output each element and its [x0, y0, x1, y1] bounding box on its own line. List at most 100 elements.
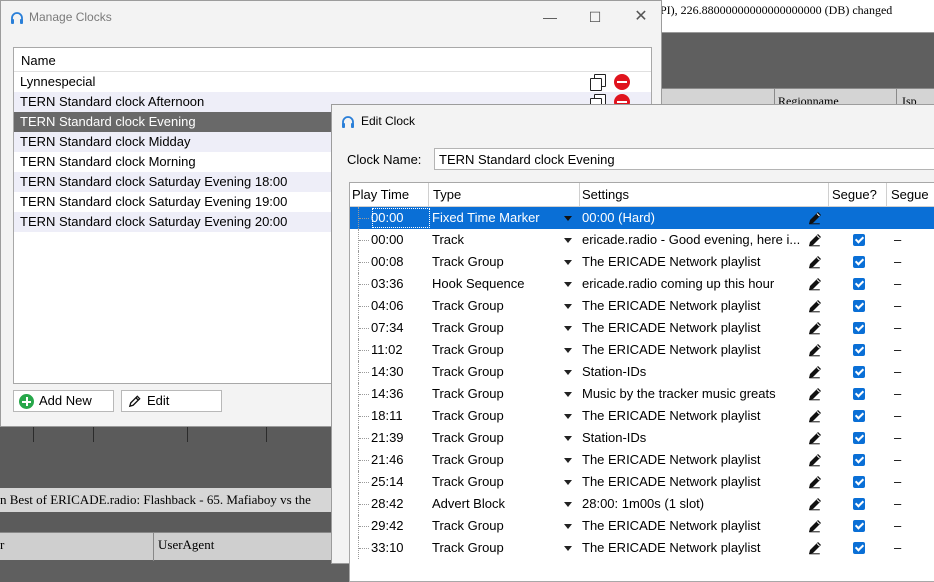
segue-checkbox[interactable] — [853, 278, 865, 290]
settings-cell[interactable]: Station-IDs — [582, 427, 808, 449]
play-time-cell[interactable]: 00:00 — [371, 229, 431, 251]
segue-cell[interactable]: – — [894, 383, 914, 405]
remove-icon[interactable] — [614, 74, 630, 90]
edit-settings-icon[interactable] — [807, 276, 823, 292]
segue-cell[interactable]: – — [894, 251, 914, 273]
type-cell[interactable]: Track Group — [432, 361, 562, 383]
play-time-cell[interactable]: 14:36 — [371, 383, 431, 405]
settings-cell[interactable]: The ERICADE Network playlist — [582, 251, 808, 273]
settings-cell[interactable]: The ERICADE Network playlist — [582, 405, 808, 427]
segue-cell[interactable]: – — [894, 339, 914, 361]
clock-item-row[interactable]: 33:10 Track Group The ERICADE Network play… — [350, 537, 934, 559]
play-time-cell[interactable]: 00:08 — [371, 251, 431, 273]
type-dropdown-icon[interactable] — [564, 502, 572, 507]
play-time-cell[interactable]: 21:39 — [371, 427, 431, 449]
background-col-r[interactable]: r — [0, 537, 4, 553]
type-dropdown-icon[interactable] — [564, 458, 572, 463]
settings-cell[interactable]: Music by the tracker music greats — [582, 383, 808, 405]
type-cell[interactable]: Track Group — [432, 449, 562, 471]
clock-item-row[interactable]: 00:08 Track Group The ERICADE Network play… — [350, 251, 934, 273]
type-dropdown-icon[interactable] — [564, 414, 572, 419]
edit-settings-icon[interactable] — [807, 518, 823, 534]
background-col-useragent[interactable]: UserAgent — [158, 537, 214, 553]
segue-checkbox[interactable] — [853, 498, 865, 510]
clock-item-row[interactable]: 28:42 Advert Block 28:00: 1m00s (1 slot) – — [350, 493, 934, 515]
type-dropdown-icon[interactable] — [564, 546, 572, 551]
type-dropdown-icon[interactable] — [564, 436, 572, 441]
type-cell[interactable]: Track Group — [432, 295, 562, 317]
add-new-button[interactable]: Add New — [13, 390, 114, 412]
segue-checkbox[interactable] — [853, 344, 865, 356]
type-dropdown-icon[interactable] — [564, 348, 572, 353]
segue-cell[interactable]: – — [894, 317, 914, 339]
segue-checkbox[interactable] — [853, 388, 865, 400]
segue-checkbox[interactable] — [853, 300, 865, 312]
edit-settings-icon[interactable] — [807, 320, 823, 336]
type-cell[interactable]: Track Group — [432, 515, 562, 537]
segue-cell[interactable]: – — [894, 361, 914, 383]
segue-checkbox[interactable] — [853, 366, 865, 378]
settings-cell[interactable]: ericade.radio - Good evening, here i... — [582, 229, 808, 251]
segue-cell[interactable]: – — [894, 515, 914, 537]
clock-item-row[interactable]: 14:30 Track Group Station-IDs – — [350, 361, 934, 383]
type-cell[interactable]: Track Group — [432, 537, 562, 559]
maximize-button[interactable]: ☐ — [581, 7, 609, 27]
settings-cell[interactable]: The ERICADE Network playlist — [582, 317, 808, 339]
type-dropdown-icon[interactable] — [564, 260, 572, 265]
column-segue[interactable]: Segue — [891, 187, 929, 202]
type-cell[interactable]: Track Group — [432, 427, 562, 449]
segue-checkbox[interactable] — [853, 234, 865, 246]
clock-item-row[interactable]: 04:06 Track Group The ERICADE Network play… — [350, 295, 934, 317]
segue-cell[interactable]: – — [894, 405, 914, 427]
play-time-cell[interactable]: 33:10 — [371, 537, 431, 559]
copy-icon[interactable] — [590, 74, 606, 91]
clock-item-row[interactable]: 21:39 Track Group Station-IDs – — [350, 427, 934, 449]
edit-settings-icon[interactable] — [807, 386, 823, 402]
clock-item-row[interactable]: 00:00 Fixed Time Marker 00:00 (Hard) — [350, 207, 934, 229]
play-time-cell[interactable]: 25:14 — [371, 471, 431, 493]
column-play-time[interactable]: Play Time — [352, 187, 409, 202]
play-time-cell[interactable]: 04:06 — [371, 295, 431, 317]
edit-settings-icon[interactable] — [807, 408, 823, 424]
settings-cell[interactable]: 28:00: 1m00s (1 slot) — [582, 493, 808, 515]
edit-settings-icon[interactable] — [807, 298, 823, 314]
edit-settings-icon[interactable] — [807, 496, 823, 512]
column-settings[interactable]: Settings — [582, 187, 629, 202]
settings-cell[interactable]: Station-IDs — [582, 361, 808, 383]
type-dropdown-icon[interactable] — [564, 304, 572, 309]
segue-cell[interactable]: – — [894, 295, 914, 317]
play-time-cell[interactable]: 18:11 — [371, 405, 431, 427]
segue-checkbox[interactable] — [853, 520, 865, 532]
segue-cell[interactable]: – — [894, 493, 914, 515]
settings-cell[interactable]: ericade.radio coming up this hour — [582, 273, 808, 295]
type-dropdown-icon[interactable] — [564, 480, 572, 485]
column-type[interactable]: Type — [433, 187, 461, 202]
segue-cell[interactable]: – — [894, 537, 914, 559]
edit-settings-icon[interactable] — [807, 210, 823, 226]
segue-cell[interactable]: – — [894, 427, 914, 449]
type-cell[interactable]: Track Group — [432, 339, 562, 361]
column-header-name[interactable]: Name — [14, 48, 651, 72]
type-cell[interactable]: Track Group — [432, 251, 562, 273]
column-segue-check[interactable]: Segue? — [832, 187, 877, 202]
settings-cell[interactable]: The ERICADE Network playlist — [582, 449, 808, 471]
play-time-cell[interactable]: 14:30 — [371, 361, 431, 383]
type-cell[interactable]: Track Group — [432, 471, 562, 493]
segue-checkbox[interactable] — [853, 432, 865, 444]
edit-settings-icon[interactable] — [807, 342, 823, 358]
settings-cell[interactable]: The ERICADE Network playlist — [582, 515, 808, 537]
settings-cell[interactable]: The ERICADE Network playlist — [582, 471, 808, 493]
edit-settings-icon[interactable] — [807, 474, 823, 490]
segue-checkbox[interactable] — [853, 410, 865, 422]
type-cell[interactable]: Track — [432, 229, 562, 251]
edit-settings-icon[interactable] — [807, 540, 823, 556]
type-dropdown-icon[interactable] — [564, 326, 572, 331]
segue-cell[interactable]: – — [894, 273, 914, 295]
segue-checkbox[interactable] — [853, 256, 865, 268]
edit-settings-icon[interactable] — [807, 364, 823, 380]
type-cell[interactable]: Track Group — [432, 383, 562, 405]
type-dropdown-icon[interactable] — [564, 282, 572, 287]
settings-cell[interactable]: 00:00 (Hard) — [582, 207, 808, 229]
segue-checkbox[interactable] — [853, 454, 865, 466]
type-dropdown-icon[interactable] — [564, 238, 572, 243]
